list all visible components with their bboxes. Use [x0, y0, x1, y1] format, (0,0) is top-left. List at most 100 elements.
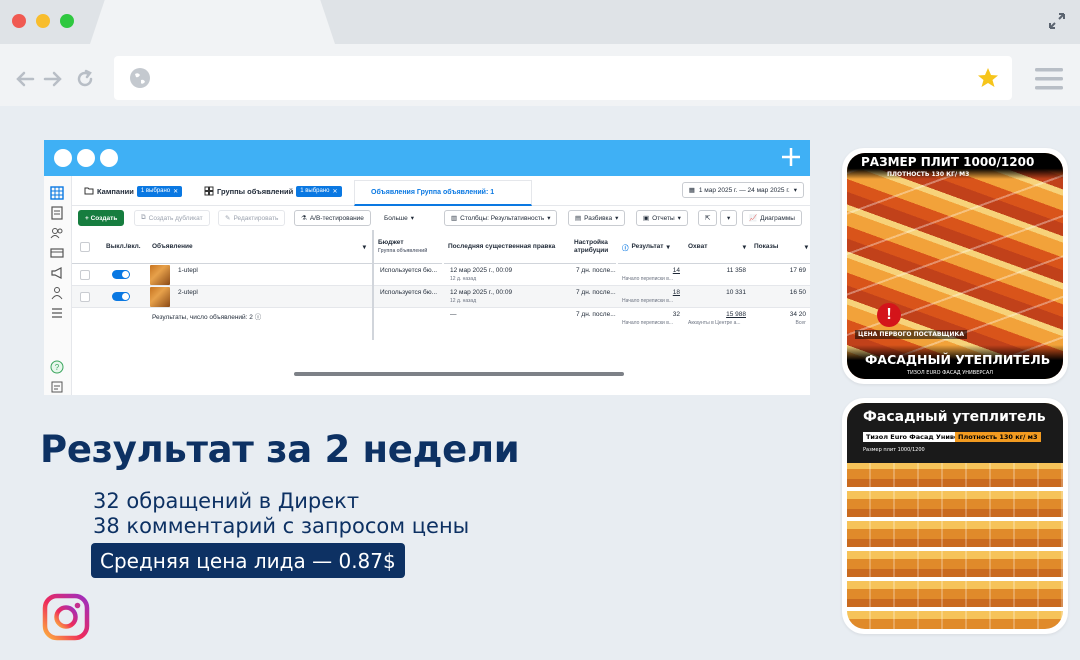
edit-button[interactable]: ✎ Редактировать: [218, 210, 286, 226]
ad2-density-chip: Плотность 130 кг/ м3: [955, 432, 1041, 442]
tab-adsets[interactable]: Группы объявлений 1 выбрано ✕: [204, 183, 342, 199]
ad-toggle[interactable]: [112, 270, 130, 279]
plus-icon[interactable]: [780, 146, 802, 168]
report-icon[interactable]: [50, 380, 64, 394]
tab-ads[interactable]: Объявления Группа объявлений: 1: [354, 180, 532, 206]
svg-text:?: ?: [55, 363, 60, 372]
address-bar[interactable]: [114, 56, 1012, 100]
selected-badge[interactable]: 1 выбрано ✕: [296, 185, 342, 197]
grid-icon: [204, 186, 214, 196]
ad-attribution: 7 дн. после...: [576, 289, 616, 296]
tab-campaigns-label: Кампании: [97, 186, 134, 196]
tab-adsets-label: Группы объявлений: [217, 186, 294, 196]
stat-direct-messages: 32 обращений в Директ: [93, 489, 360, 513]
ad2-size-text: Размер плит 1000/1200: [863, 447, 925, 453]
date-range-picker[interactable]: ▦ 1 мар 2025 г. — 24 мар 2025 г. ▾: [681, 182, 804, 198]
audience-icon[interactable]: [50, 226, 64, 240]
column-results[interactable]: ⓘ Результат ▾: [618, 230, 684, 264]
help-icon[interactable]: ?: [50, 360, 64, 374]
column-last-edit[interactable]: Последняя существенная правка: [444, 230, 570, 264]
ads-manager-content: Кампании 1 выбрано ✕ Группы объявлений 1 …: [72, 176, 810, 395]
table-row[interactable]: 1-utepl Используется бю... 12 мар 2025 г…: [72, 264, 810, 286]
columns-button[interactable]: ▥ Столбцы: Результативность ▾: [444, 210, 558, 226]
ad1-title: РАЗМЕР ПЛИТ 1000/1200: [861, 155, 1035, 169]
select-all-checkbox[interactable]: [80, 242, 90, 252]
ab-test-button[interactable]: ⚗ A/B-тестирование: [294, 210, 371, 226]
chevron-down-icon: ▾: [804, 243, 808, 251]
column-attribution[interactable]: Настройка атрибуции: [570, 230, 616, 264]
browser-tab-strip: [0, 0, 1080, 44]
browser-tab[interactable]: [90, 0, 335, 44]
clear-selection-icon[interactable]: ✕: [173, 188, 178, 195]
reports-icon: ▣: [643, 215, 650, 222]
create-button[interactable]: + Создать: [78, 210, 125, 226]
column-reach[interactable]: Охват ▾: [684, 230, 750, 264]
reports-button[interactable]: ▣ Отчеты ▾: [636, 210, 688, 226]
horizontal-scrollbar[interactable]: [294, 372, 624, 376]
ad-toggle[interactable]: [112, 292, 130, 301]
table-grid-icon[interactable]: [50, 186, 64, 200]
summary-impressions-sub: Всег: [795, 320, 806, 326]
column-impressions-label: Показы: [754, 243, 779, 250]
fullscreen-icon[interactable]: [1048, 12, 1066, 30]
minimize-window-button[interactable]: [36, 14, 50, 28]
billing-card-icon[interactable]: [50, 246, 64, 260]
forward-arrow-icon[interactable]: [42, 68, 64, 90]
ads-manager-window: ? Кампании 1 выбрано ✕ Группы объявлений …: [44, 140, 810, 395]
ad-results-value[interactable]: 14: [673, 267, 680, 274]
reload-icon[interactable]: [74, 68, 96, 90]
charts-button[interactable]: 📈 Диаграммы: [742, 210, 802, 226]
instagram-icon: [42, 593, 90, 641]
ad-results-value[interactable]: 18: [673, 289, 680, 296]
left-navigation-rail: ?: [44, 176, 72, 395]
clear-selection-icon[interactable]: ✕: [333, 188, 338, 195]
duplicate-button[interactable]: ⧉ Создать дубликат: [134, 210, 210, 226]
row-checkbox[interactable]: [80, 292, 90, 302]
tab-campaigns[interactable]: Кампании 1 выбрано ✕: [84, 183, 183, 199]
maximize-window-button[interactable]: [60, 14, 74, 28]
megaphone-icon[interactable]: [50, 266, 64, 280]
info-icon: ⓘ: [254, 314, 262, 321]
ad-name[interactable]: 2-utepl: [174, 286, 324, 308]
summary-reach: 15 988 Аккаунты в Центре а...: [684, 308, 750, 336]
date-range-label: 1 мар 2025 г. — 24 мар 2025 г.: [698, 186, 790, 194]
export-dropdown-button[interactable]: ▾: [720, 210, 738, 226]
browser-menu-icon[interactable]: [1034, 66, 1064, 92]
sort-caret-icon: ▾: [362, 243, 366, 251]
selected-badge[interactable]: 1 выбрано ✕: [136, 185, 183, 197]
folder-icon: [84, 187, 94, 195]
pages-icon[interactable]: [50, 206, 64, 220]
close-window-button[interactable]: [12, 14, 26, 28]
ad-budget: Используется бю...: [380, 267, 438, 274]
row-checkbox[interactable]: [80, 270, 90, 280]
breakdown-button[interactable]: ▤ Разбивка ▾: [568, 210, 626, 226]
summary-results-sub: Начало переписки в...: [622, 320, 674, 326]
export-button[interactable]: ⇱: [698, 210, 718, 226]
column-toggle[interactable]: Выкл./вкл.: [102, 230, 148, 264]
hamburger-menu-icon[interactable]: [50, 306, 64, 320]
insulation-photo: РАЗМЕР ПЛИТ 1000/1200 ПЛОТНОСТЬ 130 КГ/ …: [847, 153, 1063, 379]
column-ad[interactable]: Объявление ▾: [148, 230, 372, 264]
chevron-down-icon: ▾: [410, 215, 415, 222]
column-budget-label: Бюджет: [378, 239, 404, 246]
columns-icon: ▥: [451, 215, 458, 222]
ad-results-sub: Начало переписки в...: [622, 298, 674, 304]
select-all-header: [72, 230, 102, 264]
bookmark-star-icon[interactable]: [976, 66, 1000, 90]
ads-toolbar: + Создать ⧉ Создать дубликат ✎ Редактирова…: [72, 208, 810, 230]
ad-name[interactable]: 1-utepl: [174, 264, 324, 286]
calendar-icon: ▦: [688, 187, 695, 194]
summary-last-edit: —: [450, 311, 457, 318]
back-arrow-icon[interactable]: [14, 68, 36, 90]
summary-impressions: 34 20 Всег: [750, 308, 810, 336]
chevron-down-icon: ▾: [547, 215, 551, 222]
page-title: Результат за 2 недели: [40, 428, 520, 471]
column-budget[interactable]: Бюджет Группа объявлений: [374, 230, 442, 264]
column-impressions[interactable]: Показы ▾: [750, 230, 810, 264]
people-icon[interactable]: [50, 286, 64, 300]
ad-results: 18 Начало переписки в...: [618, 286, 684, 308]
window-dot: [100, 149, 118, 167]
lead-price-badge: Средняя цена лида — 0.87$: [91, 543, 405, 578]
more-button[interactable]: Больше ▾: [378, 210, 421, 226]
table-row[interactable]: 2-utepl Используется бю... 12 мар 2025 г…: [72, 286, 810, 308]
